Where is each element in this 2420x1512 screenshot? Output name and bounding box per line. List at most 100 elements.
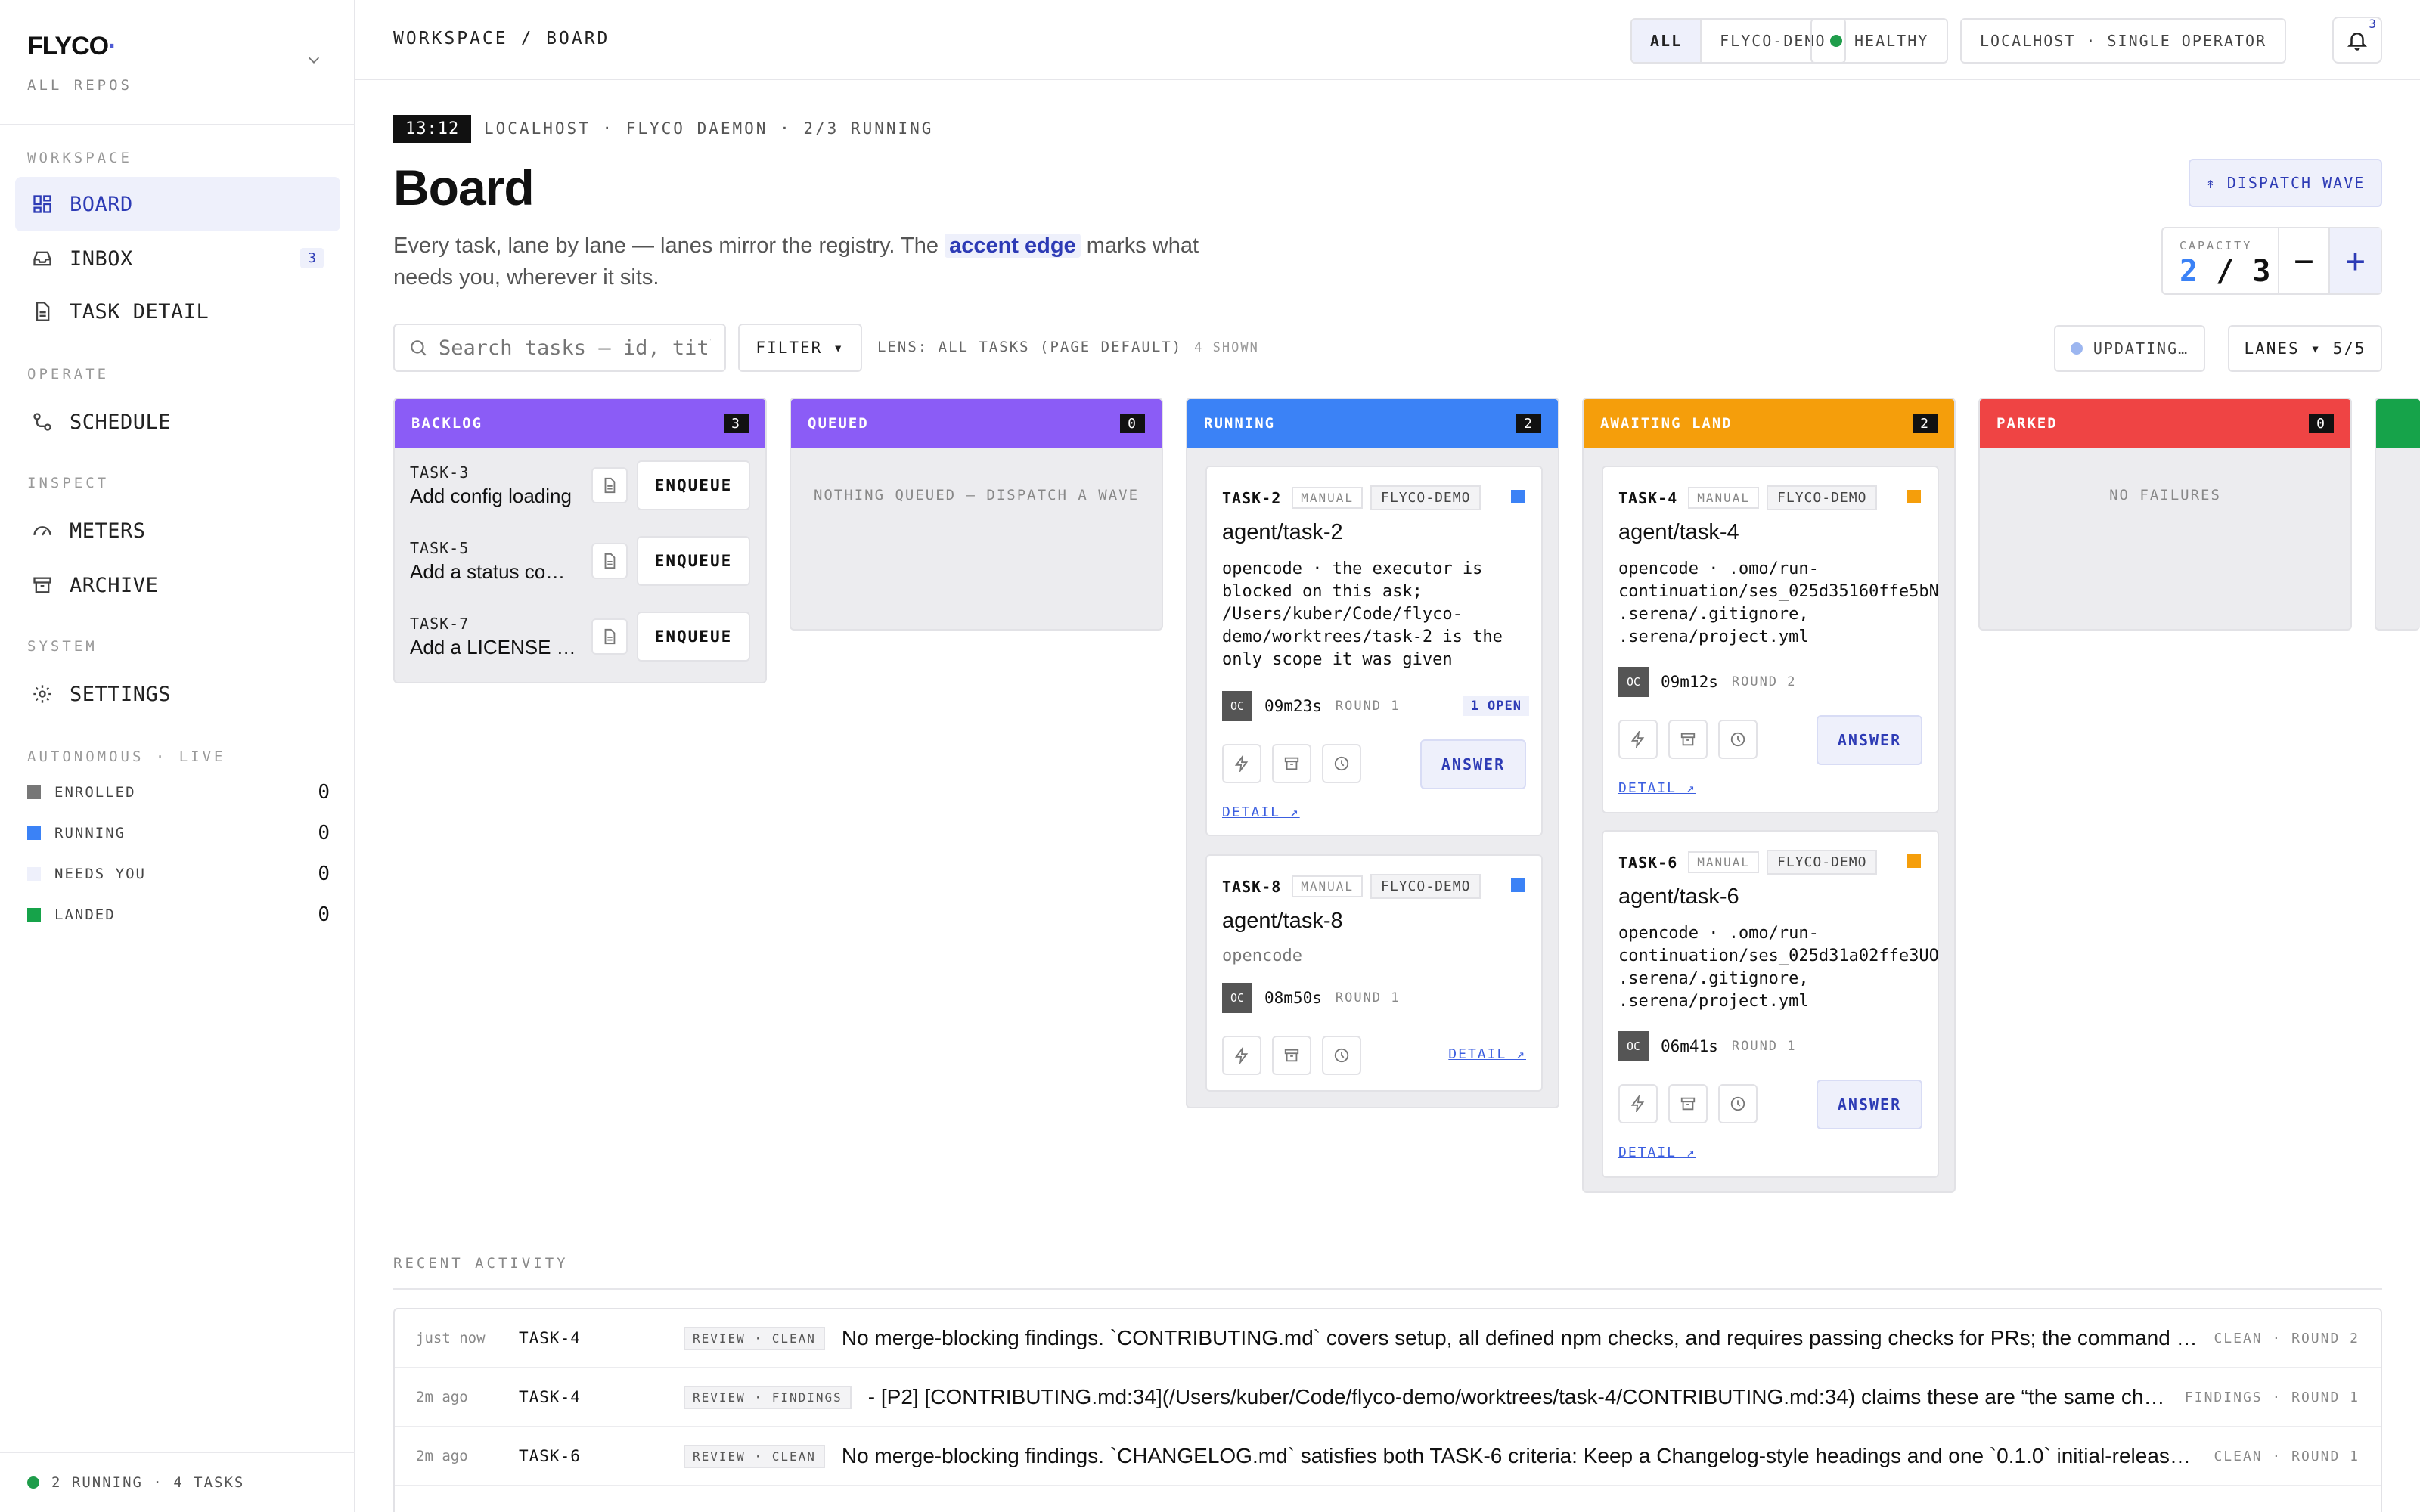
activity-task: TASK-4 [519,1388,581,1406]
operator-pill[interactable]: LOCALHOST · SINGLE OPERATOR [1960,18,2287,64]
enqueue-button[interactable]: ENQUEUE [637,536,750,586]
sidebar-item-meters[interactable]: METERS [15,503,340,558]
task-id: TASK-8 [1222,877,1282,896]
brand-name: FLYCO [27,32,109,60]
backlog-item[interactable]: TASK-7 Add a LICENSE file ENQUEUE [395,599,765,674]
enqueue-button[interactable]: ENQUEUE [637,460,750,510]
archive-icon[interactable] [1668,720,1708,759]
activity-message: - [P2] [CONTRIBUTING.md:34](/Users/kuber… [867,1385,2185,1408]
activity-meta: CLEAN · ROUND 2 [2214,1330,2360,1346]
round-label: ROUND 2 [1731,674,1797,689]
open-asks-badge: 1 OPEN [1463,696,1529,716]
status-indicator [1511,490,1525,503]
clock-icon[interactable] [1322,744,1361,783]
answer-button[interactable]: ANSWER [1420,739,1526,789]
task-card[interactable]: TASK-6 MANUAL FLYCO-DEMO agent/task-6 open… [1602,830,1939,1178]
activity-kind: REVIEW · CLEAN [684,1326,825,1350]
task-card[interactable]: TASK-8 MANUAL FLYCO-DEMO agent/task-8 open… [1205,854,1543,1092]
activity-row[interactable]: 2m ago TASK-6 REVIEW · CLEAN No merge-bl… [395,1427,2381,1486]
repo-tag: FLYCO-DEMO [1767,485,1878,510]
sidebar-item-archive[interactable]: ARCHIVE [15,558,340,612]
sidebar-item-inbox[interactable]: INBOX 3 [15,231,340,286]
activity-list: just now TASK-4 REVIEW · CLEAN No merge-… [393,1308,2382,1512]
health-pill[interactable]: HEALTHY [1810,18,1949,64]
gauge-icon [30,519,54,543]
document-icon[interactable] [591,467,628,503]
clock-icon[interactable] [1718,1084,1758,1123]
autonomous-value: 0 [318,822,330,844]
detail-link[interactable]: DETAIL ↗ [1222,804,1300,820]
mode-tag: MANUAL [1688,851,1760,873]
detail-link[interactable]: DETAIL ↗ [1618,780,1696,796]
lane-title: AWAITING LAND [1600,415,1733,432]
lane-count: 2 [1913,414,1938,433]
agent-avatar: OC [1618,667,1649,697]
task-id: TASK-3 [410,463,470,482]
dispatch-wave-button[interactable]: ↟ DISPATCH WAVE [2189,159,2382,207]
lane-header: PARKED 0 [1980,399,2350,448]
capacity-stepper: CAPACITY 2 / 3 − + [2161,227,2382,295]
mode-tag: MANUAL [1292,487,1364,509]
updating-dot [2070,342,2083,355]
updating-indicator[interactable]: UPDATING… [2054,325,2205,372]
sidebar-item-task-detail[interactable]: TASK DETAIL [15,284,340,339]
archive-icon[interactable] [1272,744,1311,783]
backlog-item[interactable]: TASK-5 Add a status command ENQUEUE [395,523,765,599]
sidebar-item-board[interactable]: BOARD [15,177,340,231]
enqueue-button[interactable]: ENQUEUE [637,612,750,662]
page-description: Every task, lane by lane — lanes mirror … [393,230,1255,293]
notification-count: 3 [2369,17,2376,31]
health-dot [1830,35,1842,47]
repo-scope-label: ALL REPOS [27,77,132,94]
filter-button[interactable]: FILTER ▾ [738,324,862,372]
activity-meta: FINDINGS · ROUND 1 [2184,1389,2360,1405]
scope-all[interactable]: ALL [1632,20,1702,62]
agent-avatar: OC [1618,1031,1649,1061]
document-icon [30,299,54,324]
document-icon[interactable] [591,618,628,655]
daemon-status: LOCALHOST · FLYCO DAEMON · 2/3 RUNNING [484,119,934,138]
desc-text: Every task, lane by lane — lanes mirror … [393,234,945,258]
answer-button[interactable]: ANSWER [1817,715,1922,765]
sidebar-item-label: BOARD [70,192,133,216]
branch-title: agent/task-8 [1222,909,1343,933]
status-square [27,785,41,799]
status-square [27,826,41,840]
lane-running: RUNNING 2 TASK-2 MANUAL FLYCO-DEMO agent/t… [1186,398,1559,1108]
bolt-icon[interactable] [1618,1084,1658,1123]
bolt-icon[interactable] [1618,720,1658,759]
notifications-button[interactable]: 3 [2332,17,2382,64]
archive-icon[interactable] [1668,1084,1708,1123]
search-input[interactable] [439,336,711,360]
accent-edge-highlight: accent edge [945,234,1081,258]
capacity-number: 2 / 3 [2180,254,2278,289]
card-meta: OC 08m50s ROUND 1 [1222,983,1529,1013]
capacity-decrease-button[interactable]: − [2279,228,2331,293]
section-workspace: WORKSPACE [27,150,132,166]
bolt-icon[interactable] [1222,1036,1261,1075]
clock-icon[interactable] [1322,1036,1361,1075]
archive-icon[interactable] [1272,1036,1311,1075]
lane-header: QUEUED 0 [791,399,1162,448]
activity-row[interactable]: just now TASK-4 REVIEW · CLEAN No merge-… [395,1309,2381,1368]
capacity-total: 3 [2252,254,2271,289]
activity-row[interactable]: 2m ago TASK-4 REVIEW · FINDINGS - [P2] [… [395,1368,2381,1427]
capacity-increase-button[interactable]: + [2330,228,2381,293]
backlog-item[interactable]: TASK-3 Add config loading ENQUEUE [395,448,765,523]
sidebar-item-settings[interactable]: SETTINGS [15,667,340,721]
document-icon[interactable] [591,543,628,579]
task-card[interactable]: TASK-4 MANUAL FLYCO-DEMO agent/task-4 open… [1602,466,1939,813]
sidebar-item-schedule[interactable]: SCHEDULE [15,395,340,449]
task-card[interactable]: TASK-2 MANUAL FLYCO-DEMO agent/task-2 open… [1205,466,1543,836]
answer-button[interactable]: ANSWER [1817,1080,1922,1129]
repo-tag: FLYCO-DEMO [1767,850,1878,875]
clock-icon[interactable] [1718,720,1758,759]
activity-kind: REVIEW · CLEAN [684,1444,825,1468]
task-title: Add a LICENSE file [410,635,581,658]
bolt-icon[interactable] [1222,744,1261,783]
brand-logo[interactable]: FLYCO· [27,32,116,61]
lanes-dropdown[interactable]: LANES ▾ 5/5 [2228,325,2382,372]
detail-link[interactable]: DETAIL ↗ [1448,1046,1526,1062]
chevron-down-icon[interactable] [306,51,322,68]
detail-link[interactable]: DETAIL ↗ [1618,1145,1696,1160]
